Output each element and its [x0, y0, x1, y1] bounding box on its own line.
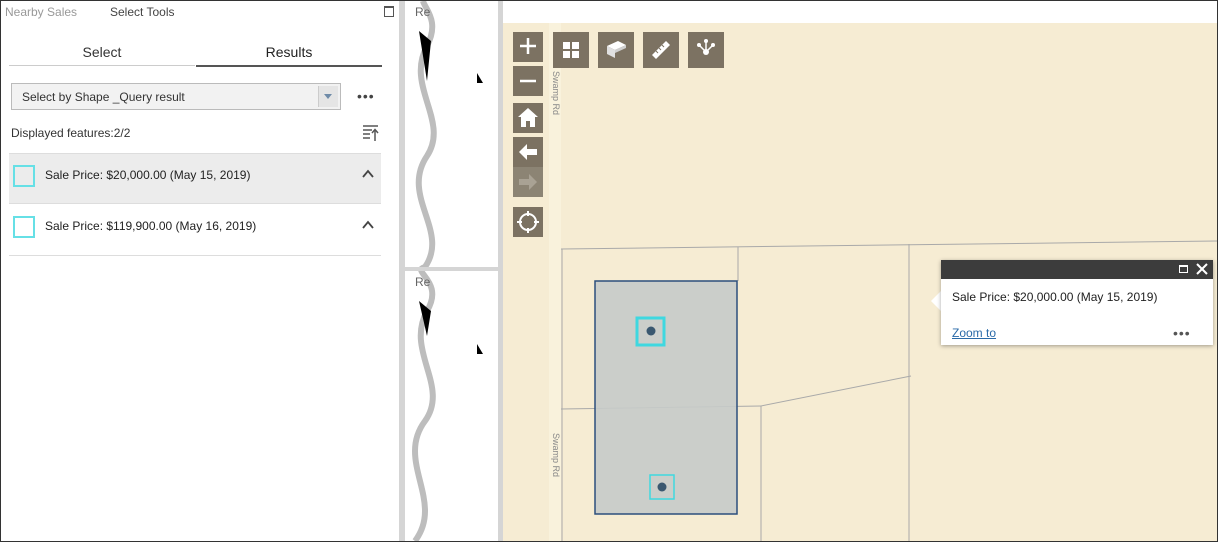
close-icon[interactable]: [1195, 262, 1209, 276]
tab-select[interactable]: Select: [9, 41, 195, 66]
sort-icon[interactable]: [362, 124, 380, 142]
select-tool-button[interactable]: [688, 32, 724, 68]
feature-symbol: [13, 165, 35, 187]
tab-results[interactable]: Results: [196, 41, 382, 67]
select-features-icon: [697, 39, 715, 55]
collapsed-panel-title: Re: [415, 5, 431, 19]
measure-button[interactable]: [643, 32, 679, 68]
result-row[interactable]: Sale Price: $20,000.00 (May 15, 2019): [9, 153, 381, 204]
feature-symbol: [13, 216, 35, 238]
grid-icon: [563, 42, 579, 58]
chevron-down-icon: [324, 94, 332, 99]
eraser-icon: [607, 41, 626, 58]
middle-divider: [405, 267, 499, 271]
layer-dropdown[interactable]: Select by Shape _Query result: [11, 83, 341, 110]
panel-tabs: Select Results: [9, 41, 382, 67]
popup-title-bar: [941, 260, 1213, 279]
locate-icon: [517, 211, 539, 233]
zoom-in-button[interactable]: [513, 32, 543, 62]
eraser-button[interactable]: [598, 32, 634, 68]
zoom-to-link[interactable]: Zoom to: [952, 326, 996, 340]
home-icon: [518, 108, 538, 127]
locate-button[interactable]: [513, 207, 543, 237]
more-options-icon[interactable]: •••: [1173, 326, 1191, 340]
previous-extent-button[interactable]: [513, 137, 543, 167]
collapsed-panel-title: Re: [415, 275, 431, 289]
basemap-gallery-button[interactable]: [553, 32, 589, 68]
map-top-band: [503, 1, 1217, 23]
arrow-right-icon: [519, 174, 537, 190]
maximize-icon[interactable]: [384, 6, 394, 17]
home-button[interactable]: [513, 103, 543, 133]
plus-icon: [520, 38, 536, 54]
dropdown-arrow[interactable]: [318, 86, 338, 107]
next-extent-button[interactable]: [513, 167, 543, 197]
result-row[interactable]: Sale Price: $119,900.00 (May 16, 2019): [9, 205, 381, 256]
nearby-sales-tab[interactable]: Nearby Sales: [5, 5, 77, 19]
chevron-up-icon[interactable]: [361, 218, 375, 232]
chevron-up-icon[interactable]: [361, 167, 375, 181]
dropdown-value: Select by Shape _Query result: [22, 90, 185, 104]
road-label: Swamp Rd: [551, 433, 561, 478]
ruler-icon: [652, 41, 670, 59]
collapsed-panels: [405, 1, 499, 541]
road-label: Swamp Rd: [551, 71, 561, 116]
app-frame: Nearby Sales Select Tools Select Results…: [0, 0, 1218, 542]
minus-icon: [520, 79, 536, 83]
arrow-left-icon: [519, 144, 537, 160]
panel-header: Nearby Sales Select Tools: [1, 1, 399, 23]
more-options-icon[interactable]: •••: [357, 89, 375, 103]
select-panel: Nearby Sales Select Tools Select Results…: [1, 1, 399, 541]
feature-popup: Sale Price: $20,000.00 (May 15, 2019) Zo…: [941, 260, 1213, 345]
result-label: Sale Price: $20,000.00 (May 15, 2019): [45, 168, 251, 182]
popup-pointer: [931, 291, 941, 311]
popup-title: Sale Price: $20,000.00 (May 15, 2019): [952, 290, 1158, 304]
select-tools-tab[interactable]: Select Tools: [110, 5, 174, 19]
displayed-features-count: Displayed features:2/2: [11, 126, 131, 140]
torn-edge-graphic: [405, 1, 483, 541]
result-label: Sale Price: $119,900.00 (May 16, 2019): [45, 219, 257, 233]
maximize-icon[interactable]: [1179, 265, 1188, 273]
zoom-out-button[interactable]: [513, 66, 543, 96]
